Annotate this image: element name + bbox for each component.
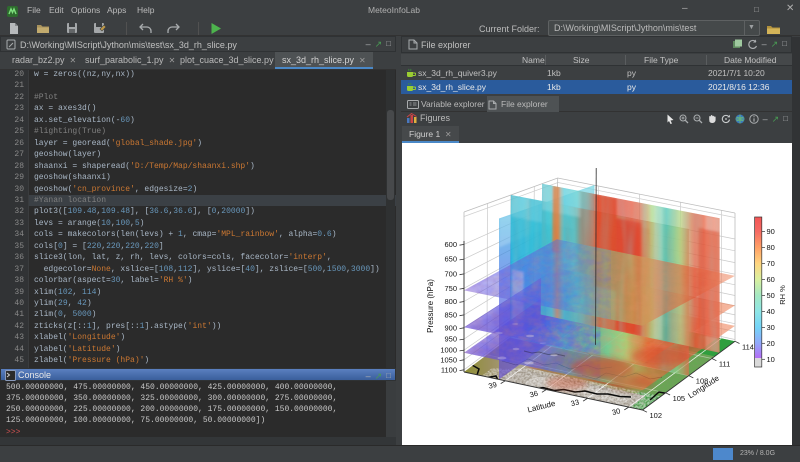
svg-text:RH %: RH % (778, 285, 787, 305)
svg-text:1100: 1100 (441, 365, 457, 374)
svg-text:114: 114 (742, 342, 754, 351)
svg-text:50: 50 (767, 291, 775, 300)
svg-text:33: 33 (570, 397, 580, 408)
svg-text:39: 39 (487, 380, 497, 391)
svg-text:Pressure (hPa): Pressure (hPa) (426, 279, 435, 333)
svg-text:950: 950 (444, 335, 457, 344)
svg-text:90: 90 (767, 227, 775, 236)
svg-text:800: 800 (444, 297, 457, 306)
svg-text:80: 80 (767, 243, 775, 252)
svg-text:700: 700 (444, 270, 457, 279)
svg-text:650: 650 (444, 255, 457, 264)
svg-text:600: 600 (444, 240, 457, 249)
svg-text:Latitude: Latitude (526, 399, 556, 415)
svg-text:111: 111 (719, 360, 730, 369)
svg-text:60: 60 (767, 275, 775, 284)
svg-text:30: 30 (767, 323, 775, 332)
svg-text:70: 70 (767, 259, 775, 268)
svg-text:30: 30 (611, 406, 621, 417)
svg-text:850: 850 (444, 311, 457, 320)
svg-text:1050: 1050 (440, 355, 457, 364)
svg-text:900: 900 (444, 323, 457, 332)
svg-text:750: 750 (444, 284, 457, 293)
svg-text:1000: 1000 (440, 346, 457, 355)
svg-text:20: 20 (767, 339, 775, 348)
svg-text:105: 105 (673, 394, 686, 403)
svg-text:36: 36 (529, 389, 539, 400)
svg-text:102: 102 (650, 411, 663, 420)
svg-text:10: 10 (767, 355, 775, 364)
svg-text:40: 40 (767, 307, 775, 316)
